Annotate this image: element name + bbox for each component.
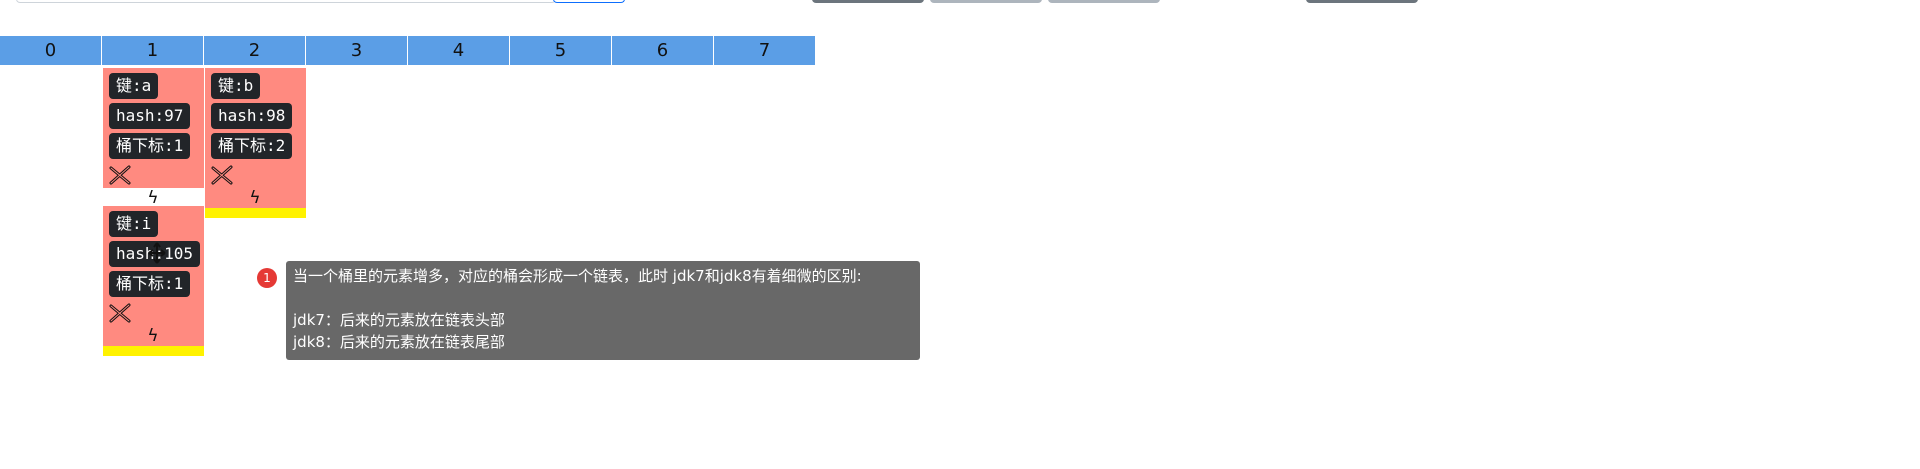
node-hash: hash:97 [109, 103, 191, 129]
node-i: 键:i hash:105 桶下标:1 ϟ [103, 206, 204, 356]
key-input[interactable] [16, 0, 556, 3]
toolbar-button-2[interactable] [930, 0, 1042, 3]
toolbar-button-3[interactable] [1048, 0, 1160, 3]
bucket-5: 5 [510, 36, 612, 65]
node-key: 键:b [211, 73, 261, 99]
node-index: 桶下标:1 [109, 133, 191, 159]
toolbar-button-4[interactable] [1306, 0, 1418, 3]
bucket-array: 0 1 2 3 4 5 6 7 [0, 36, 816, 65]
node-a: 键:a hash:97 桶下标:1 [103, 68, 204, 188]
node-index: 桶下标:2 [211, 133, 293, 159]
toolbar-button-1[interactable] [812, 0, 924, 3]
delete-cross-icon[interactable] [108, 164, 132, 186]
node-b: 键:b hash:98 桶下标:2 ϟ [205, 68, 306, 218]
bucket-3: 3 [306, 36, 408, 65]
bucket-1: 1 [102, 36, 204, 65]
tooltip-line-3: jdk8：后来的元素放在链表尾部 [293, 333, 505, 351]
move-cursor-icon [148, 242, 166, 264]
explanation-tooltip: 当一个桶里的元素增多，对应的桶会形成一个链表，此时 jdk7和jdk8有着细微的… [286, 261, 920, 360]
node-key: 键:a [109, 73, 159, 99]
delete-cross-icon[interactable] [210, 164, 234, 186]
bucket-0: 0 [0, 36, 102, 65]
lightning-arrow-icon[interactable]: ϟ [141, 326, 165, 346]
node-index: 桶下标:1 [109, 271, 191, 297]
bucket-4: 4 [408, 36, 510, 65]
input-addon-button[interactable] [553, 0, 625, 3]
tooltip-line-2: jdk7：后来的元素放在链表头部 [293, 311, 505, 329]
bucket-2: 2 [204, 36, 306, 65]
list-tail-marker [103, 346, 204, 356]
lightning-arrow-icon[interactable]: ϟ [141, 188, 165, 208]
bucket-6: 6 [612, 36, 714, 65]
node-hash: hash:98 [211, 103, 293, 129]
bucket-7: 7 [714, 36, 816, 65]
link-a-to-i: ϟ [103, 188, 204, 206]
tooltip-spacer [293, 287, 913, 309]
delete-cross-icon[interactable] [108, 302, 132, 324]
list-tail-marker [205, 208, 306, 218]
tooltip-line-1: 当一个桶里的元素增多，对应的桶会形成一个链表，此时 jdk7和jdk8有着细微的… [293, 267, 862, 285]
step-badge: 1 [257, 268, 277, 288]
node-key: 键:i [109, 211, 159, 237]
lightning-arrow-icon[interactable]: ϟ [243, 188, 267, 208]
